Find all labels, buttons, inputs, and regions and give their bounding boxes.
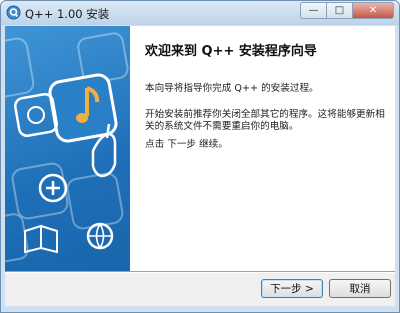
wizard-body: 欢迎来到 Q++ 安装程序向导 本向导将指导你完成 Q++ 的安装过程。 开始安… xyxy=(5,26,395,306)
intro-text: 本向导将指导你完成 Q++ 的安装过程。 xyxy=(145,83,319,94)
minimize-icon: — xyxy=(308,5,319,16)
book-icon xyxy=(24,224,58,254)
title-bar[interactable]: Q++ 1.00 安装 — □ ✕ xyxy=(1,1,399,25)
page-title: 欢迎来到 Q++ 安装程序向导 xyxy=(145,44,317,59)
close-icon: ✕ xyxy=(368,5,378,16)
continue-instruction: 点击 下一步 继续。 xyxy=(145,139,228,150)
window-title: Q++ 1.00 安装 xyxy=(25,7,110,21)
wizard-content: 欢迎来到 Q++ 安装程序向导 本向导将指导你完成 Q++ 的安装过程。 开始安… xyxy=(130,26,395,271)
minimize-button[interactable]: — xyxy=(300,2,326,19)
next-button[interactable]: 下一步 > xyxy=(261,279,323,298)
app-logo-icon xyxy=(6,5,21,20)
maximize-button[interactable]: □ xyxy=(326,2,352,19)
cancel-button[interactable]: 取消 xyxy=(329,279,391,298)
close-button[interactable]: ✕ xyxy=(352,2,394,19)
banner-illustration xyxy=(5,32,129,265)
wizard-banner xyxy=(5,26,130,271)
window-controls: — □ ✕ xyxy=(300,2,394,20)
footer-divider xyxy=(5,271,395,273)
clock-icon xyxy=(14,93,58,137)
recommendation-text: 开始安装前推荐你关闭全部其它的程序。这将能够更新相关的系统文件不需要重启你的电脑… xyxy=(145,109,385,132)
installer-window: Q++ 1.00 安装 — □ ✕ 欢迎来到 Q++ 安装程序向导 本向导将指导… xyxy=(0,0,400,313)
maximize-icon: □ xyxy=(334,5,345,16)
globe-icon xyxy=(86,222,114,250)
plus-badge-icon xyxy=(38,173,68,203)
